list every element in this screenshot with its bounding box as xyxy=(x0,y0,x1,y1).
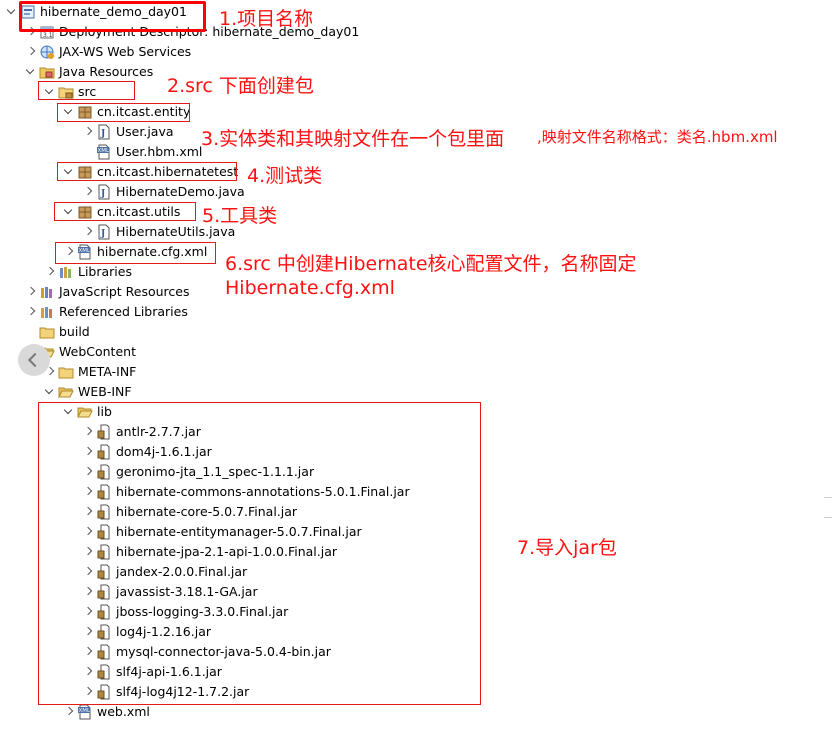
project-name-highlight xyxy=(19,1,206,32)
tree-item-label: Libraries xyxy=(78,264,132,279)
hibernatetest-package-highlight xyxy=(57,162,237,181)
tree-item[interactable]: JAX-WS Web Services xyxy=(26,42,191,62)
annotation-create-package: 2.src 下面创建包 xyxy=(167,75,314,97)
annotation-utils-class: 5.工具类 xyxy=(202,205,278,227)
tree-item-label: User.hbm.xml xyxy=(116,144,203,159)
tree-item-label: JAX-WS Web Services xyxy=(59,44,192,59)
tree-item[interactable]: JavaScript Resources xyxy=(26,282,189,302)
folder-icon xyxy=(58,364,74,380)
tree-item[interactable]: J HibernateDemo.java xyxy=(83,182,245,202)
tree-item[interactable]: XML User.hbm.xml xyxy=(83,142,202,162)
collapse-arrow-icon[interactable] xyxy=(7,2,17,22)
src-highlight xyxy=(38,81,135,100)
tree-item-label: User.java xyxy=(116,124,174,139)
tree-item-label: JavaScript Resources xyxy=(59,284,190,299)
no-arrow-spacer xyxy=(26,322,36,342)
folder-icon xyxy=(39,324,55,340)
right-edge-mark xyxy=(824,517,832,518)
java-resources-icon xyxy=(39,64,55,80)
tree-item-label: Java Resources xyxy=(59,64,154,79)
java-file-icon: J xyxy=(96,124,112,140)
expand-arrow-icon[interactable] xyxy=(45,262,55,282)
expand-arrow-icon[interactable] xyxy=(26,302,36,322)
tree-item[interactable]: Libraries xyxy=(45,262,132,282)
web-services-icon xyxy=(39,44,55,60)
xml-file-icon: XML xyxy=(96,144,112,160)
java-file-icon: J xyxy=(96,224,112,240)
entity-package-highlight xyxy=(57,103,190,122)
collapse-scroll-hint[interactable] xyxy=(18,344,50,376)
expand-arrow-icon[interactable] xyxy=(83,222,93,242)
folder-open-icon xyxy=(58,384,74,400)
expand-arrow-icon[interactable] xyxy=(64,702,74,722)
lib-highlight xyxy=(38,402,481,705)
annotation-import-jars: 7.导入jar包 xyxy=(517,537,617,559)
expand-arrow-icon[interactable] xyxy=(83,182,93,202)
annotation-entity-main: 3.实体类和其映射文件在一个包里面 xyxy=(201,128,505,150)
tree-item[interactable]: META-INF xyxy=(45,362,136,382)
collapse-arrow-icon[interactable] xyxy=(26,62,36,82)
xml-file-icon: XML xyxy=(77,704,93,720)
tree-item[interactable]: J User.java xyxy=(83,122,174,142)
svg-text:J: J xyxy=(100,229,105,239)
tree-item-label: WEB-INF xyxy=(78,384,132,399)
cfg-xml-highlight xyxy=(55,242,216,264)
svg-text:3.1: 3.1 xyxy=(43,32,53,39)
tree-item[interactable]: build xyxy=(26,322,90,342)
right-edge-mark xyxy=(824,497,832,498)
no-arrow-spacer xyxy=(83,142,93,162)
utils-package-highlight xyxy=(54,202,196,221)
annotation-project-name: 1.项目名称 xyxy=(219,8,314,30)
annotation-config-line2: Hibernate.cfg.xml xyxy=(225,277,395,299)
tree-item-label: web.xml xyxy=(97,704,150,719)
expand-arrow-icon[interactable] xyxy=(26,282,36,302)
svg-text:J: J xyxy=(100,129,105,139)
collapse-arrow-icon[interactable] xyxy=(45,382,55,402)
svg-text:XML: XML xyxy=(98,148,111,154)
tree-item-label: WebContent xyxy=(59,344,136,359)
annotation-config-line1: 6.src 中创建Hibernate核心配置文件，名称固定 xyxy=(225,253,637,275)
tree-item-label: Referenced Libraries xyxy=(59,304,188,319)
tree-item-label: META-INF xyxy=(78,364,137,379)
annotation-test-class: 4.测试类 xyxy=(247,165,323,187)
referenced-libraries-icon xyxy=(39,304,55,320)
java-file-icon: J xyxy=(96,184,112,200)
javascript-resources-icon xyxy=(39,284,55,300)
tree-item[interactable]: Java Resources xyxy=(26,62,153,82)
svg-text:XML: XML xyxy=(79,708,92,714)
tree-item[interactable]: XML web.xml xyxy=(64,702,150,722)
tree-item-label: build xyxy=(59,324,90,339)
annotation-entity-sub: ,映射文件名称格式：类名.hbm.xml xyxy=(537,128,778,146)
tree-item[interactable]: Referenced Libraries xyxy=(26,302,188,322)
svg-text:J: J xyxy=(100,189,105,199)
expand-arrow-icon[interactable] xyxy=(26,42,36,62)
tree-item-label: HibernateDemo.java xyxy=(116,184,245,199)
libraries-icon xyxy=(58,264,74,280)
tree-item[interactable]: WEB-INF xyxy=(45,382,132,402)
expand-arrow-icon[interactable] xyxy=(83,122,93,142)
